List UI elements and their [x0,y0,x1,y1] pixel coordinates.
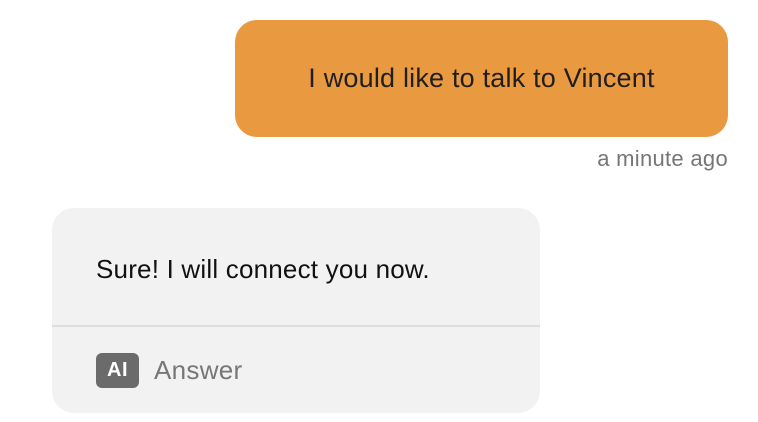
message-timestamp: a minute ago [597,146,728,171]
user-message-bubble: I would like to talk to Vincent [235,20,728,137]
answer-source-footer: AI Answer [96,353,243,388]
message-divider [52,325,540,327]
bot-message-text: Sure! I will connect you now. [96,254,430,284]
ai-badge-icon: AI [96,353,139,388]
bot-message-bubble: Sure! I will connect you now. AI Answer [52,208,540,413]
user-message-text: I would like to talk to Vincent [308,63,655,93]
answer-label: Answer [154,355,243,385]
